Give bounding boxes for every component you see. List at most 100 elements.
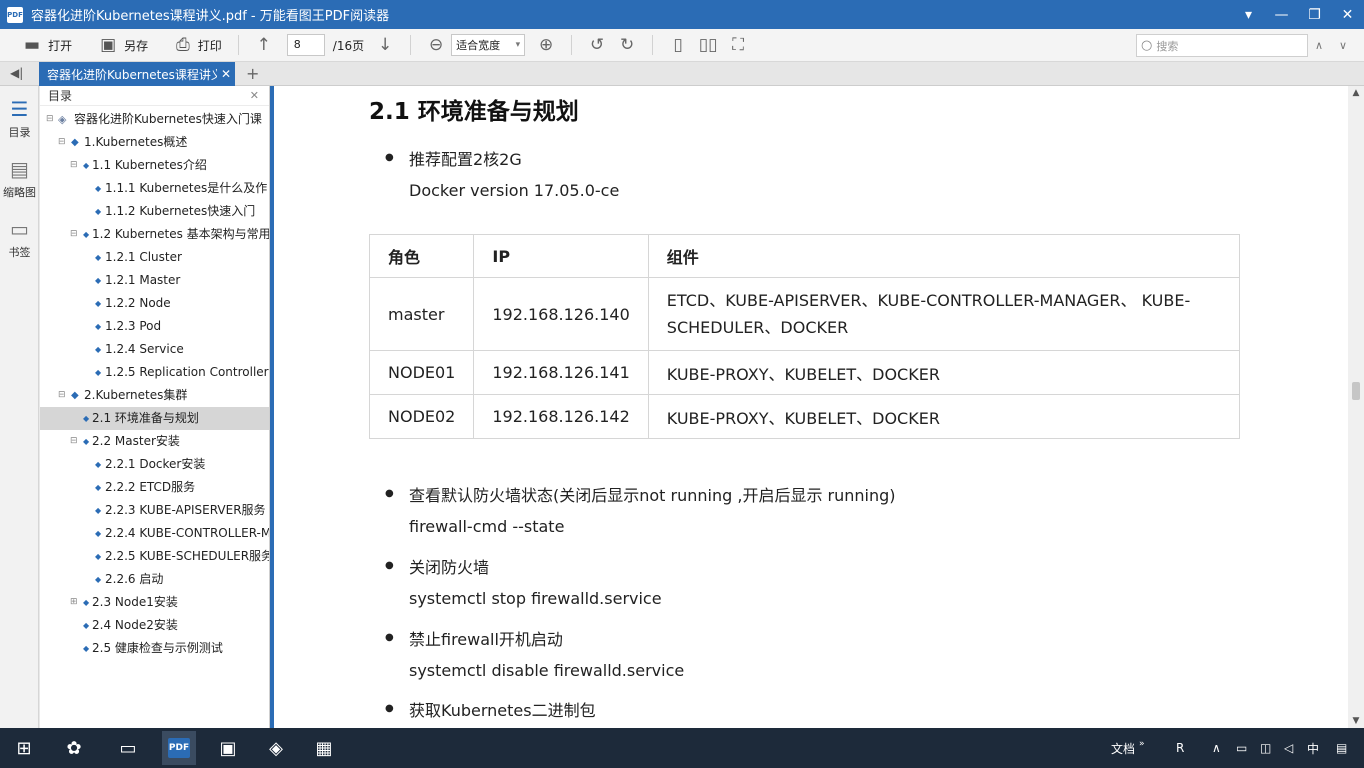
bullet-icon: ◆ [83, 598, 90, 607]
zoom-in-icon[interactable]: ⊕ [531, 32, 561, 58]
rotate-right-icon[interactable]: ↻ [612, 32, 642, 58]
outline-item[interactable]: ◆ 1.2.4 Service [40, 338, 269, 361]
previous-page-icon[interactable]: ↑ [249, 32, 279, 58]
paragraph: Docker version 17.05.0-ce [409, 181, 620, 200]
maximize-icon[interactable]: ❐ [1298, 0, 1331, 29]
bullet-dot: ● [385, 152, 394, 163]
zoom-mode: 适合宽度 [456, 39, 501, 52]
rotate-left-icon[interactable]: ↺ [582, 32, 612, 58]
outline-item[interactable]: ◆ 2.2.1 Docker安装 [40, 453, 269, 476]
book-icon: ◈ [58, 113, 67, 126]
vertical-scrollbar[interactable]: ▲ ▼ [1348, 86, 1364, 728]
minimize-icon[interactable]: — [1265, 0, 1298, 29]
table-cell: 192.168.126.141 [473, 350, 649, 395]
search-placeholder: 搜索 [1156, 39, 1179, 53]
app-launcher-icon[interactable]: ✿ [60, 735, 88, 761]
zoom-out-icon[interactable]: ⊖ [421, 32, 451, 58]
table-header: 组件 [647, 234, 1241, 278]
scroll-down-icon[interactable]: ▼ [1348, 716, 1364, 726]
outline-item[interactable]: ◆ 1.2.5 Replication Controller [40, 361, 269, 384]
zoom-select[interactable]: 适合宽度 ▾ [451, 34, 526, 56]
document-view[interactable]: 2.1 环境准备与规划 ● 推荐配置2核2G Docker version 17… [274, 86, 1348, 728]
file-explorer-icon[interactable]: ▭ [114, 735, 142, 761]
app-icon-window[interactable]: ▦ [310, 735, 338, 761]
app-icon-s[interactable]: ▣ [214, 735, 242, 761]
close-tab-icon[interactable]: ✕ [221, 67, 231, 81]
page-number-input[interactable]: 8 [286, 34, 325, 56]
bullet-icon: ◆ [95, 184, 102, 193]
double-page-icon[interactable]: ▯▯ [693, 32, 723, 58]
outline-item[interactable]: ◆ 1.2.3 Pod [40, 315, 269, 338]
list-icon: ☰ [10, 97, 29, 121]
outline-item[interactable]: ◆ 2.4 Node2安装 [40, 614, 269, 637]
collapse-toggle-icon[interactable]: ⊟ [70, 154, 78, 177]
rail-thumbnails[interactable]: ▤ 缩略图 [0, 156, 39, 200]
outline-item[interactable]: ⊟ ◈ 容器化进阶Kubernetes快速入门课 [40, 108, 269, 131]
app-icon-box[interactable]: ◈ [262, 735, 290, 761]
collapse-toggle-icon[interactable]: ⊟ [58, 131, 66, 154]
outline-item[interactable]: ◆ 1.2.2 Node [40, 292, 269, 315]
outline-item[interactable]: ⊟ ◆ 2.2 Master安装 [40, 430, 269, 453]
outline-item[interactable]: ◆ 2.2.6 启动 [40, 568, 269, 591]
scroll-up-icon[interactable]: ▲ [1348, 88, 1364, 98]
collapse-toggle-icon[interactable]: ⊟ [70, 223, 78, 246]
outline-item[interactable]: ⊟ ◆ 1.Kubernetes概述 [40, 131, 269, 154]
outline-item[interactable]: ◆ 1.2.1 Master [40, 269, 269, 292]
single-page-icon[interactable]: ▯ [663, 32, 693, 58]
toolbar-divider [237, 35, 239, 55]
tray-docs[interactable]: 文档 » [1111, 728, 1145, 768]
collapse-toggle-icon[interactable]: ⊟ [58, 384, 66, 407]
pdf-reader-taskbar-icon[interactable]: PDF [162, 731, 196, 765]
open-button[interactable]: ▬ 打开 [18, 32, 78, 58]
print-button[interactable]: ⎙ 打印 [170, 32, 228, 58]
tray-user-icon[interactable]: R [1176, 728, 1184, 768]
network-icon[interactable]: ◫ [1260, 728, 1271, 768]
outline-item[interactable]: ◆ 1.1.2 Kubernetes快速入门 [40, 200, 269, 223]
outline-item[interactable]: ◆ 1.1.1 Kubernetes是什么及作 [40, 177, 269, 200]
collapse-toggle-icon[interactable]: ⊟ [70, 430, 78, 453]
save-as-button[interactable]: ▣ 另存 [94, 32, 154, 58]
rail-bookmarks[interactable]: ▭ 书签 [0, 216, 39, 260]
dropdown-menu-icon[interactable]: ▾ [1232, 0, 1265, 29]
outline-item[interactable]: ⊟ ◆ 2.Kubernetes集群 [40, 384, 269, 407]
close-panel-icon[interactable]: ✕ [250, 89, 259, 102]
outline-item[interactable]: ⊟ ◆ 1.2 Kubernetes 基本架构与常用 [40, 223, 269, 246]
outline-item-selected[interactable]: ◆ 2.1 环境准备与规划 [40, 407, 269, 430]
outline-item[interactable]: ◆2.2.4 KUBE-CONTROLLER-MANA [40, 522, 269, 545]
outline-item[interactable]: ⊟ ◆ 1.1 Kubernetes介绍 [40, 154, 269, 177]
collapse-panel-icon[interactable]: ◀| [10, 66, 23, 80]
collapse-toggle-icon[interactable]: ⊟ [46, 108, 54, 131]
table-cell: master [368, 277, 475, 351]
title-bar: PDF 容器化进阶Kubernetes课程讲义.pdf - 万能看图王PDF阅读… [0, 0, 1364, 29]
next-page-icon[interactable]: ↓ [370, 32, 400, 58]
fullscreen-icon[interactable]: ⛶ [723, 32, 753, 58]
rail-outline[interactable]: ☰ 目录 [0, 96, 39, 140]
expand-toggle-icon[interactable]: ⊞ [70, 591, 78, 614]
tray-language[interactable]: 中 [1307, 728, 1319, 768]
outline-item[interactable]: ◆ 2.2.3 KUBE-APISERVER服务 [40, 499, 269, 522]
scroll-thumb[interactable] [1352, 382, 1360, 400]
table-header: IP [473, 234, 649, 278]
rail-thumbnails-label: 缩略图 [3, 186, 36, 199]
outline-item[interactable]: ◆ 2.2.2 ETCD服务 [40, 476, 269, 499]
windows-start-icon[interactable]: ⊞ [10, 735, 38, 761]
rail-outline-label: 目录 [8, 126, 31, 139]
notification-icon[interactable]: ▤ [1336, 728, 1347, 768]
tray-chevron-icon[interactable]: ∧ [1212, 728, 1221, 768]
outline-item[interactable]: ⊞ ◆ 2.3 Node1安装 [40, 591, 269, 614]
outline-item[interactable]: ◆ 2.2.5 KUBE-SCHEDULER服务 [40, 545, 269, 568]
outline-item[interactable]: ◆ 2.5 健康检查与示例测试 [40, 637, 269, 660]
search-input[interactable]: ○ 搜索 [1136, 34, 1308, 57]
paragraph: 推荐配置2核2G [409, 150, 522, 169]
add-tab-icon[interactable]: + [246, 64, 259, 83]
bullet-dot: ● [385, 488, 394, 499]
document-tab[interactable]: 容器化进阶Kubernetes课程讲义 ✕ [39, 62, 235, 86]
close-window-icon[interactable]: ✕ [1331, 0, 1364, 29]
bullet-icon: ◆ [95, 506, 102, 515]
outline-item[interactable]: ◆ 1.2.1 Cluster [40, 246, 269, 269]
battery-icon[interactable]: ▭ [1236, 728, 1247, 768]
app-icon: PDF [7, 6, 23, 23]
search-prev-icon[interactable]: ∧ [1308, 34, 1330, 57]
search-next-icon[interactable]: ∨ [1332, 34, 1354, 57]
volume-icon[interactable]: ◁ [1284, 728, 1293, 768]
